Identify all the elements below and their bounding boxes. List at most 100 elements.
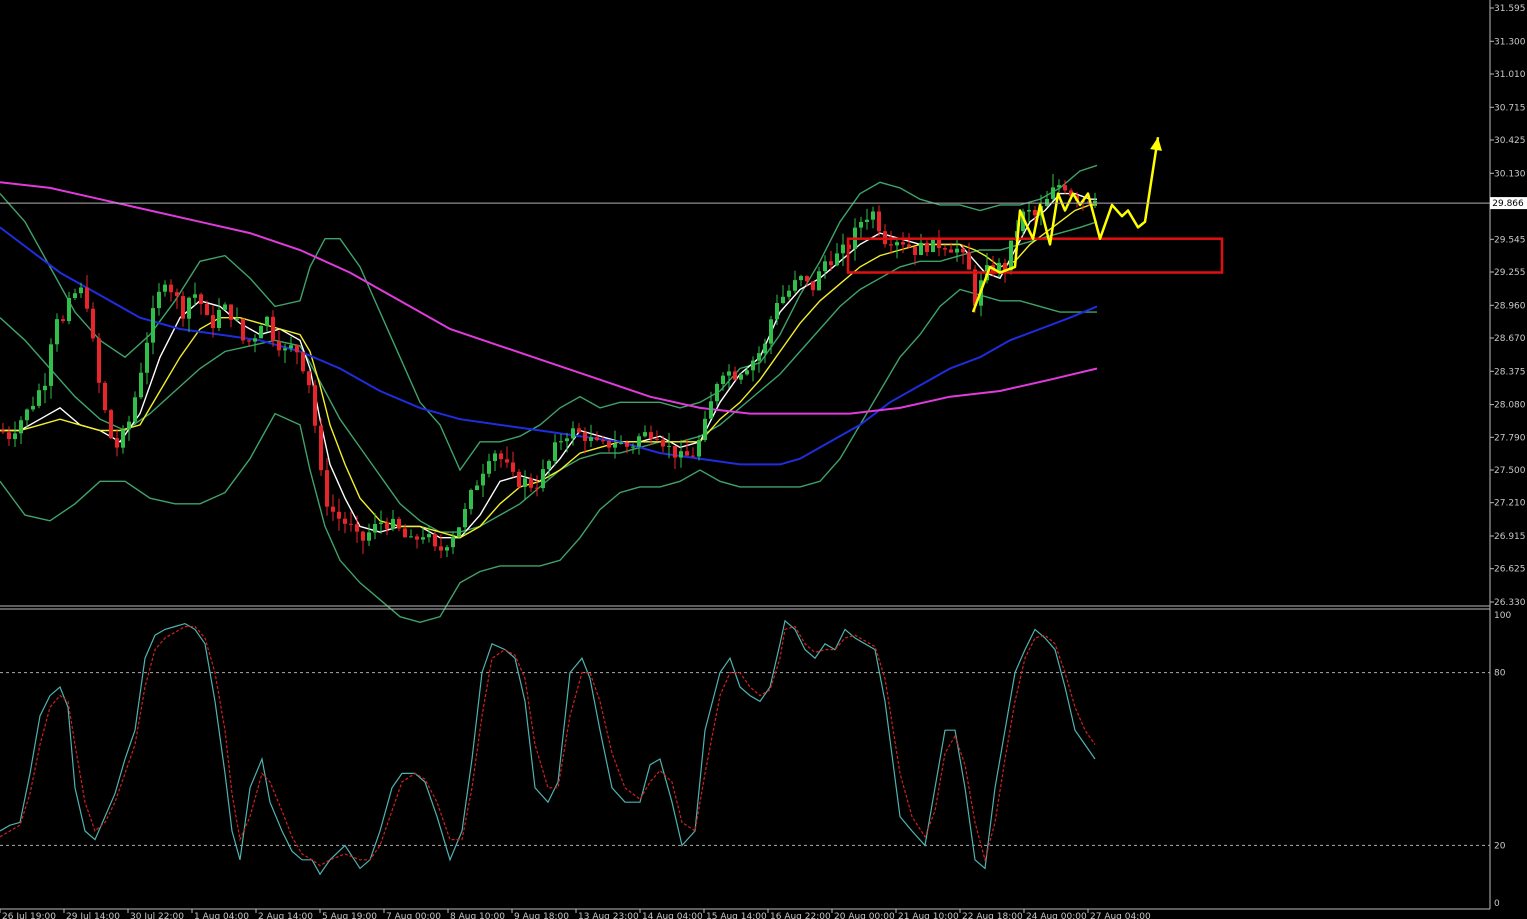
candle-body: [139, 372, 143, 398]
candle-body: [499, 453, 503, 460]
candle-body: [337, 511, 341, 519]
candle-body: [523, 478, 527, 487]
candle-body: [343, 518, 347, 524]
price-tick-label: 30.130: [1494, 169, 1526, 179]
candle-body: [211, 315, 215, 328]
price-tick-label: 27.500: [1494, 466, 1526, 476]
time-tick-label: 26 Jul 19:00: [2, 912, 56, 919]
candle-body: [331, 506, 335, 512]
current-price-label: 29.866: [1492, 199, 1524, 209]
candle-body: [799, 276, 803, 281]
stochastic-tick-label: 100: [1494, 611, 1511, 621]
candle-body: [91, 308, 95, 339]
candle-body: [355, 524, 359, 532]
time-tick-label: 27 Aug 04:00: [1090, 912, 1151, 919]
candle-body: [313, 385, 317, 426]
time-tick-label: 16 Aug 22:00: [770, 912, 831, 919]
candle-body: [7, 432, 11, 439]
candle-body: [601, 440, 605, 442]
candle-body: [673, 445, 677, 458]
candle-body: [379, 522, 383, 524]
candle-body: [289, 345, 293, 349]
candle-body: [577, 428, 581, 433]
candle-body: [1057, 185, 1061, 188]
candle-body: [427, 534, 431, 538]
candle-body: [13, 433, 17, 440]
candle-body: [823, 261, 827, 272]
time-tick-label: 13 Aug 23:00: [578, 912, 639, 919]
candle-body: [565, 438, 569, 442]
candle-body: [715, 384, 719, 402]
candle-body: [685, 451, 689, 456]
candle-body: [325, 470, 329, 507]
candle-body: [1063, 185, 1067, 191]
price-tick-label: 27.790: [1494, 433, 1526, 443]
price-tick-label: 28.960: [1494, 301, 1526, 311]
candle-body: [721, 375, 725, 384]
candle-body: [403, 528, 407, 538]
candle-body: [1009, 240, 1013, 271]
candle-body: [751, 360, 755, 371]
candle-body: [943, 248, 947, 250]
time-tick-label: 30 Jul 22:00: [130, 912, 184, 919]
candle-body: [913, 246, 917, 255]
candle-body: [415, 536, 419, 540]
candle-body: [319, 425, 323, 471]
candle-body: [373, 524, 377, 533]
time-tick-label: 22 Aug 18:00: [962, 912, 1023, 919]
price-tick-label: 26.625: [1494, 565, 1526, 575]
candle-body: [301, 352, 305, 372]
candle-body: [283, 348, 287, 351]
candle-body: [505, 459, 509, 463]
candle-body: [223, 304, 227, 310]
candle-body: [559, 441, 563, 443]
candle-body: [769, 319, 773, 344]
candle-body: [19, 420, 23, 434]
candle-body: [637, 436, 641, 447]
candle-body: [553, 442, 557, 461]
candle-body: [463, 509, 467, 528]
candle-body: [679, 451, 683, 458]
candle-body: [745, 370, 749, 375]
candle-body: [265, 316, 269, 326]
price-tick-label: 30.425: [1494, 136, 1526, 146]
candle-body: [727, 371, 731, 376]
time-tick-label: 2 Aug 14:00: [258, 912, 313, 919]
candle-body: [625, 442, 629, 447]
candle-body: [367, 532, 371, 541]
candle-body: [241, 318, 245, 341]
candle-body: [709, 401, 713, 419]
candle-body: [865, 219, 869, 222]
trading-chart: 31.595 31.300 31.010 30.715 30.425 30.130 29.5…: [0, 0, 1527, 919]
candle-body: [115, 438, 119, 448]
price-tick-label: 31.010: [1494, 70, 1526, 80]
candle-body: [295, 345, 299, 353]
candle-body: [511, 462, 515, 472]
candle-body: [919, 242, 923, 255]
candle-body: [205, 304, 209, 316]
candle-body: [835, 253, 839, 266]
time-tick-label: 21 Aug 10:00: [898, 912, 959, 919]
price-tick-label: 28.670: [1494, 334, 1526, 344]
candle-body: [907, 244, 911, 247]
candle-body: [655, 438, 659, 440]
candle-body: [535, 487, 539, 489]
candle-body: [109, 410, 113, 439]
time-tick-label: 24 Aug 00:00: [1026, 912, 1087, 919]
candle-body: [469, 490, 473, 510]
candle-body: [541, 469, 545, 489]
candle-body: [421, 537, 425, 540]
candle-body: [61, 319, 65, 321]
candle-body: [193, 294, 197, 298]
candle-body: [79, 287, 83, 294]
candle-body: [55, 319, 59, 345]
price-tick-label: 27.210: [1494, 499, 1526, 509]
candle-body: [667, 445, 671, 447]
candle-body: [433, 534, 437, 547]
candle-body: [829, 261, 833, 266]
price-tick-label: 29.545: [1494, 235, 1526, 245]
candle-body: [73, 293, 77, 298]
candle-body: [547, 460, 551, 470]
candle-body: [121, 429, 125, 448]
candle-body: [1027, 210, 1031, 212]
